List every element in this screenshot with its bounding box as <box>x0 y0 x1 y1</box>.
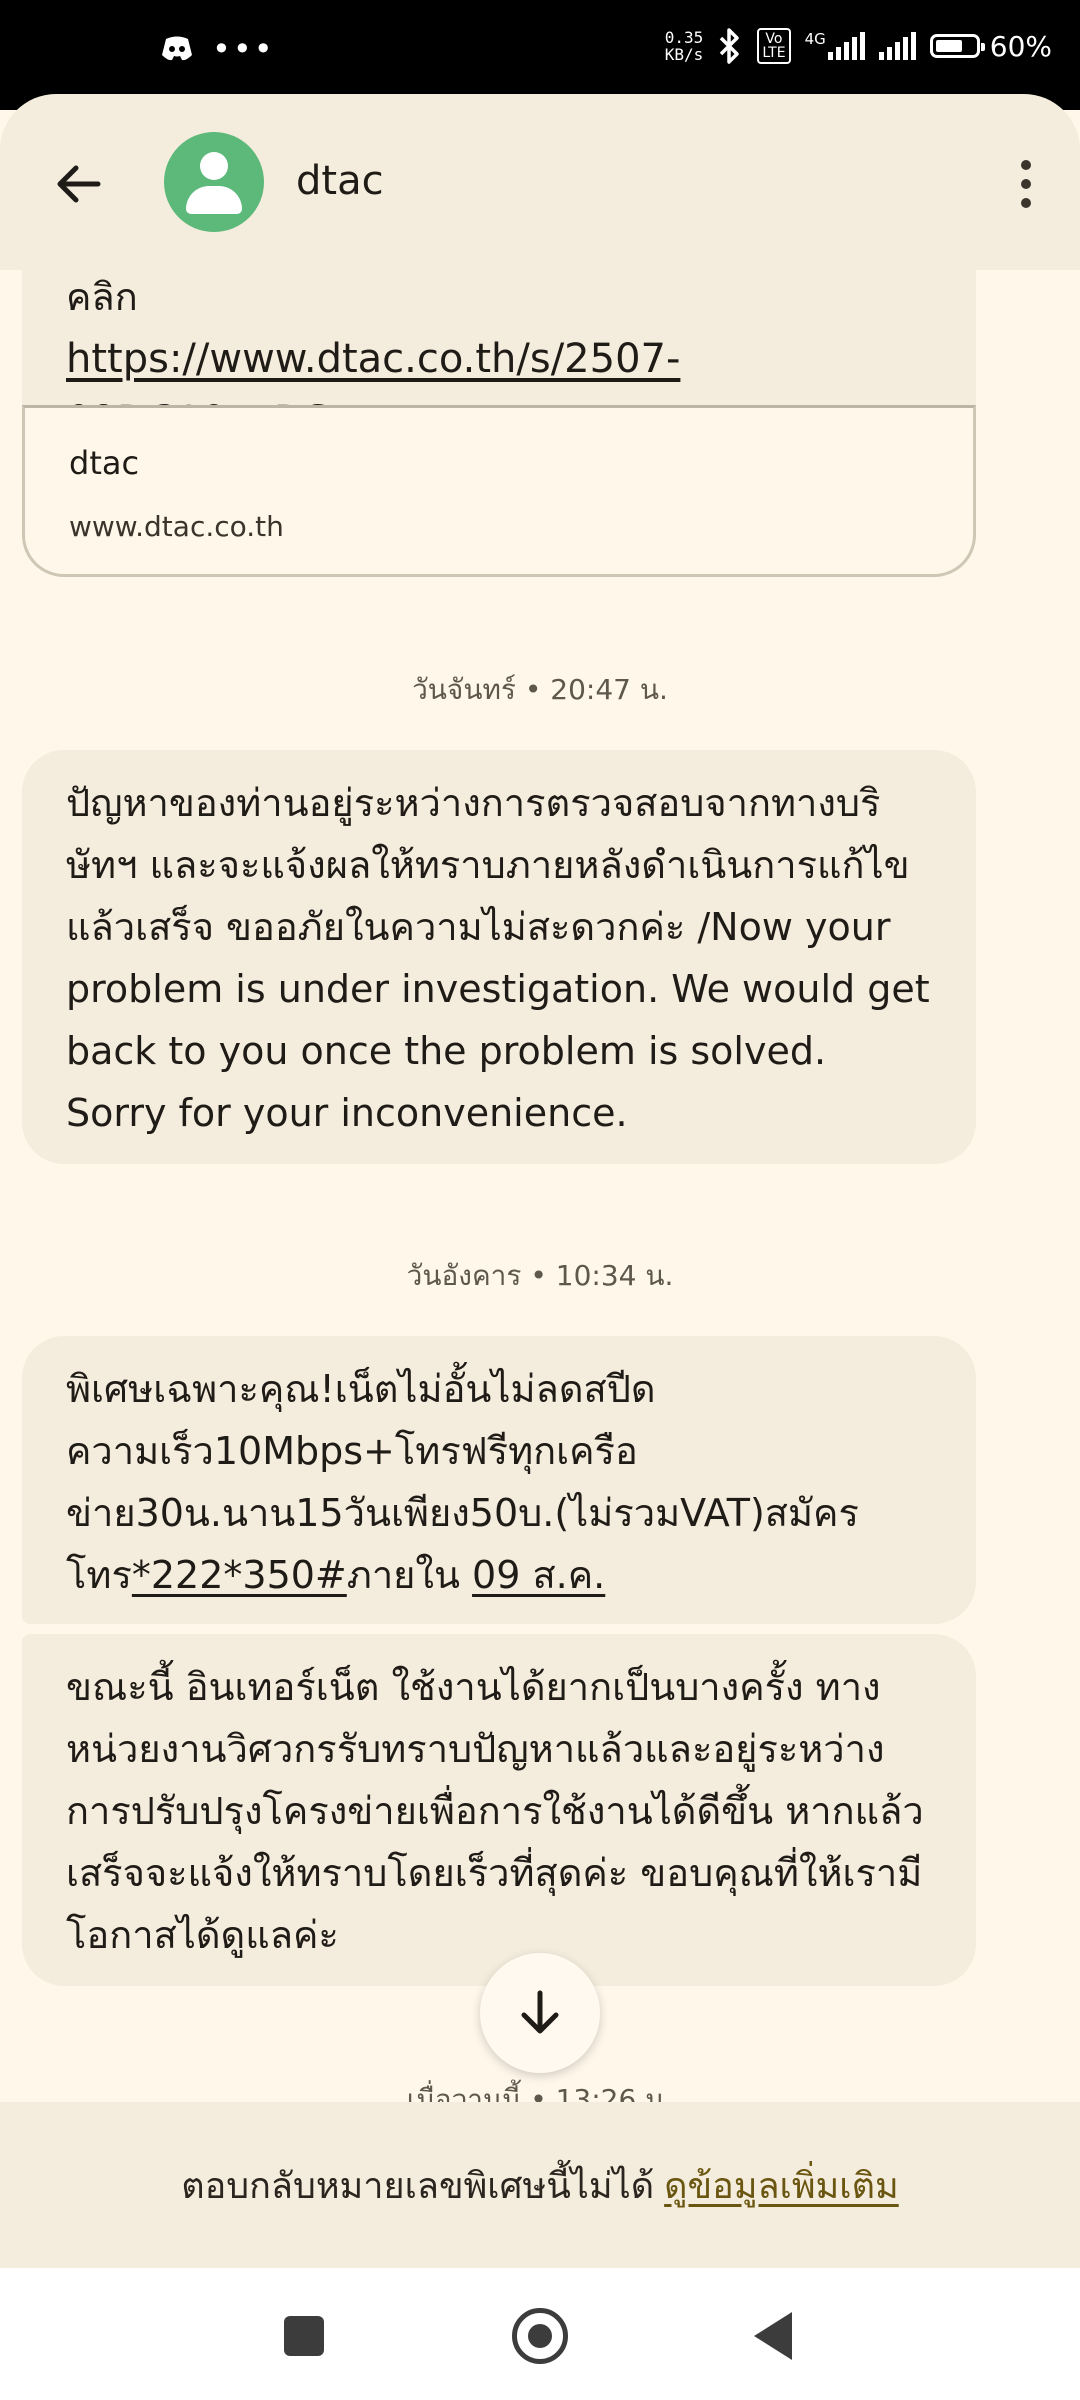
network-speed: 0.35 KB/s <box>664 28 704 64</box>
signal-icon-sim1: 4G <box>805 32 865 60</box>
system-icons: 0.35 KB/s Vo LTE 4G 60% <box>665 28 1052 64</box>
recents-button[interactable] <box>284 2316 324 2356</box>
reply-disabled-text: ตอบกลับหมายเลขพิเศษนี้ไม่ได้ <box>181 2165 655 2207</box>
timestamp: วันจันทร์ • 20:47 น. <box>412 673 668 706</box>
learn-more-link[interactable]: ดูข้อมูลเพิ่มเติม <box>664 2157 899 2214</box>
battery-icon <box>929 34 985 58</box>
battery-indicator: 60% <box>929 29 1052 63</box>
link-preview-card[interactable]: dtac www.dtac.co.th <box>22 405 976 577</box>
system-back-button[interactable] <box>754 2312 792 2360</box>
message-text: พิเศษเฉพาะคุณ!เน็ตไม่อั้นไม่ลดสปีดความเร… <box>66 1367 859 1597</box>
message-bubble-1[interactable]: คลิก https://www.dtac.co.th/s/2507-09DC1… <box>22 270 976 444</box>
message-bubble-4[interactable]: ขณะนี้ อินเทอร์เน็ต ใช้งานได้ยากเป็นบางค… <box>22 1634 976 1986</box>
person-icon <box>200 152 228 180</box>
back-button[interactable] <box>48 154 108 214</box>
timestamp: วันอังคาร • 10:34 น. <box>406 1259 674 1292</box>
message-text: ขณะนี้ อินเทอร์เน็ต ใช้งานได้ยากเป็นบางค… <box>66 1665 924 1957</box>
more-options-button[interactable] <box>1006 154 1046 214</box>
scroll-to-bottom-button[interactable] <box>480 1953 600 2073</box>
message-list[interactable]: คลิก https://www.dtac.co.th/s/2507-09DC1… <box>0 270 1080 2102</box>
contact-name[interactable]: dtac <box>296 158 384 204</box>
message-text: ปัญหาของท่านอยู่ระหว่างการตรวจสอบจากทางบ… <box>66 781 930 1135</box>
link-preview-title: dtac <box>69 444 140 482</box>
battery-percent: 60% <box>989 29 1052 63</box>
notification-icons: ••• <box>160 30 275 68</box>
conversation-header: dtac <box>0 94 1080 270</box>
message-bubble-3[interactable]: พิเศษเฉพาะคุณ!เน็ตไม่อั้นไม่ลดสปีดความเร… <box>22 1336 976 1624</box>
message-bubble-2[interactable]: ปัญหาของท่านอยู่ระหว่างการตรวจสอบจากทางบ… <box>22 750 976 1164</box>
home-button[interactable] <box>512 2308 568 2364</box>
volte-icon: Vo LTE <box>757 28 791 64</box>
system-navigation-bar <box>0 2268 1080 2400</box>
message-text: คลิก <box>66 275 138 319</box>
more-notifications-icon: ••• <box>212 30 275 68</box>
arrow-back-icon <box>57 165 101 203</box>
signal-icon-sim2 <box>878 32 916 60</box>
ussd-code-link[interactable]: *222*350# <box>132 1553 347 1597</box>
timestamp: เมื่อวานนี้ • 13:26 น. <box>406 2083 674 2102</box>
link-preview-domain: www.dtac.co.th <box>69 510 284 543</box>
reply-disabled-banner: ตอบกลับหมายเลขพิเศษนี้ไม่ได้ ดูข้อมูลเพิ… <box>0 2102 1080 2268</box>
avatar[interactable] <box>164 132 264 232</box>
discord-icon <box>162 36 192 61</box>
date-link[interactable]: 09 ส.ค. <box>472 1553 605 1597</box>
arrow-down-icon <box>521 1990 559 2034</box>
bluetooth-icon <box>720 28 740 64</box>
